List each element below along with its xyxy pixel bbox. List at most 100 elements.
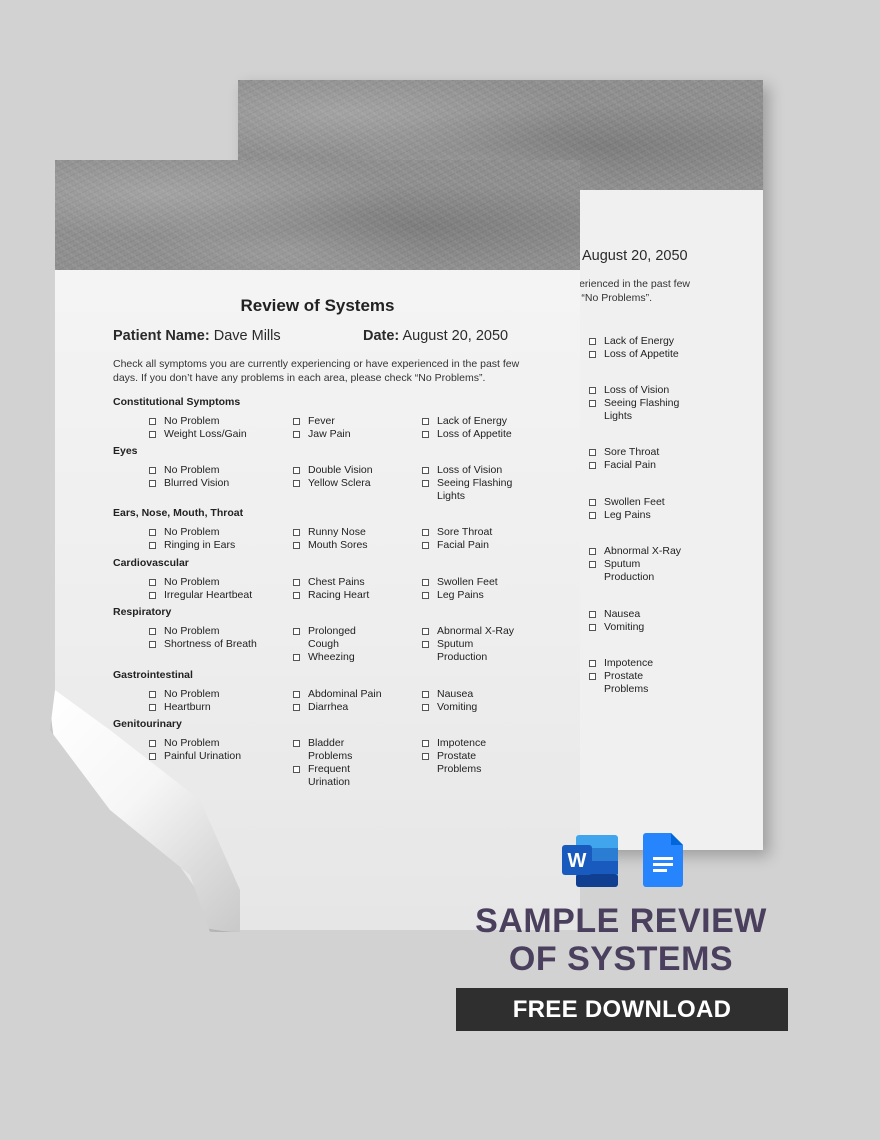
- checkbox-icon[interactable]: [422, 704, 429, 711]
- date-label: Date:: [363, 328, 400, 344]
- checkbox-icon: [589, 499, 596, 506]
- checkbox-icon[interactable]: [422, 740, 429, 747]
- checkbox-icon[interactable]: [422, 542, 429, 549]
- checkbox-icon[interactable]: [422, 691, 429, 698]
- symptom-checkbox-item[interactable]: Weight Loss/Gain: [149, 428, 247, 441]
- checkbox-icon[interactable]: [149, 418, 156, 425]
- instructions: Check all symptoms you are currently exp…: [113, 357, 533, 385]
- symptom-checkbox-item[interactable]: Loss of Vision: [422, 464, 502, 477]
- checkbox-icon[interactable]: [149, 480, 156, 487]
- checkbox-icon[interactable]: [422, 579, 429, 586]
- checkbox-icon[interactable]: [293, 542, 300, 549]
- symptom-label: Loss of Appetite: [437, 428, 512, 440]
- symptom-checkbox-item[interactable]: Loss of Appetite: [422, 428, 512, 441]
- checkbox-icon[interactable]: [422, 641, 429, 648]
- checkbox-icon[interactable]: [149, 740, 156, 747]
- checkbox-icon[interactable]: [293, 628, 300, 635]
- checkbox-icon[interactable]: [422, 529, 429, 536]
- symptom-checkbox-item[interactable]: Double Vision: [293, 464, 373, 477]
- symptom-checkbox-item[interactable]: No Problem: [149, 526, 219, 539]
- symptom-checkbox-item[interactable]: Ringing in Ears: [149, 539, 235, 552]
- checkbox-icon[interactable]: [149, 579, 156, 586]
- symptom-label: Abdominal Pain: [308, 688, 382, 700]
- symptom-checkbox-item[interactable]: Leg Pains: [422, 589, 484, 602]
- checkbox-icon[interactable]: [293, 691, 300, 698]
- checkbox-icon[interactable]: [149, 431, 156, 438]
- checkbox-icon[interactable]: [293, 579, 300, 586]
- symptom-checkbox-item[interactable]: No Problem: [149, 415, 219, 428]
- symptom-checkbox-item[interactable]: Mouth Sores: [293, 539, 368, 552]
- symptom-checkbox-item[interactable]: Irregular Heartbeat: [149, 589, 253, 602]
- checkbox-icon[interactable]: [422, 467, 429, 474]
- symptom-checkbox-item[interactable]: Bladder Problems: [293, 737, 378, 763]
- symptom-checkbox-item[interactable]: Facial Pain: [422, 539, 489, 552]
- checkbox-icon[interactable]: [422, 480, 429, 487]
- symptom-checkbox-item[interactable]: Heartburn: [149, 701, 211, 714]
- symptom-checkbox-item[interactable]: Vomiting: [422, 701, 477, 714]
- symptom-checkbox-item[interactable]: Sore Throat: [422, 526, 492, 539]
- symptom-checkbox-item[interactable]: No Problem: [149, 464, 219, 477]
- back-checklist-item: Sore Throat: [589, 446, 659, 459]
- checkbox-icon[interactable]: [422, 753, 429, 760]
- symptom-checkbox-item[interactable]: Sputum Production: [422, 638, 517, 664]
- symptom-checkbox-item[interactable]: Shortness of Breath: [149, 638, 257, 651]
- section-heading: Eyes: [113, 445, 138, 457]
- free-download-button[interactable]: FREE DOWNLOAD: [456, 988, 788, 1031]
- symptom-checkbox-item[interactable]: Prostate Problems: [422, 750, 517, 776]
- symptom-label: Weight Loss/Gain: [164, 428, 247, 440]
- symptom-checkbox-item[interactable]: Racing Heart: [293, 589, 369, 602]
- back-date-value: August 20, 2050: [582, 248, 688, 264]
- checkbox-icon[interactable]: [422, 628, 429, 635]
- checkbox-icon[interactable]: [293, 766, 300, 773]
- symptom-checkbox-item[interactable]: Nausea: [422, 688, 473, 701]
- checkbox-icon[interactable]: [149, 529, 156, 536]
- symptom-label: Irregular Heartbeat: [164, 589, 253, 601]
- symptom-checkbox-item[interactable]: Abnormal X-Ray: [422, 625, 515, 638]
- checkbox-icon[interactable]: [293, 467, 300, 474]
- checkbox-icon[interactable]: [293, 654, 300, 661]
- symptom-checkbox-item[interactable]: Painful Urination: [149, 750, 241, 763]
- symptom-checkbox-item[interactable]: Diarrhea: [293, 701, 348, 714]
- symptom-checkbox-item[interactable]: Blurred Vision: [149, 477, 229, 490]
- checkbox-icon[interactable]: [293, 740, 300, 747]
- symptom-checkbox-item[interactable]: Abdominal Pain: [293, 688, 382, 701]
- symptom-checkbox-item[interactable]: Lack of Energy: [422, 415, 507, 428]
- symptom-checkbox-item[interactable]: Prolonged Cough: [293, 625, 378, 651]
- checkbox-icon[interactable]: [149, 753, 156, 760]
- checkbox-icon[interactable]: [293, 704, 300, 711]
- checkbox-icon[interactable]: [149, 641, 156, 648]
- checkbox-icon[interactable]: [149, 628, 156, 635]
- symptom-label: Frequent Urination: [308, 763, 351, 788]
- symptom-checkbox-item[interactable]: No Problem: [149, 625, 219, 638]
- checkbox-icon[interactable]: [293, 431, 300, 438]
- checkbox-icon[interactable]: [293, 592, 300, 599]
- symptom-checkbox-item[interactable]: Frequent Urination: [293, 763, 378, 789]
- symptom-label: No Problem: [164, 576, 220, 588]
- symptom-label: No Problem: [164, 688, 220, 700]
- checkbox-icon[interactable]: [149, 467, 156, 474]
- checkbox-icon[interactable]: [149, 542, 156, 549]
- symptom-checkbox-item[interactable]: Wheezing: [293, 651, 355, 664]
- checkbox-icon[interactable]: [293, 480, 300, 487]
- section-heading: Respiratory: [113, 606, 172, 618]
- symptom-checkbox-item[interactable]: Yellow Sclera: [293, 477, 371, 490]
- checkbox-icon[interactable]: [422, 418, 429, 425]
- symptom-label: Abnormal X-Ray: [437, 625, 515, 637]
- symptom-checkbox-item[interactable]: Seeing Flashing Lights: [422, 477, 517, 503]
- symptom-checkbox-item[interactable]: No Problem: [149, 737, 219, 750]
- checkbox-icon[interactable]: [293, 418, 300, 425]
- checkbox-icon[interactable]: [149, 704, 156, 711]
- symptom-checkbox-item[interactable]: Runny Nose: [293, 526, 366, 539]
- checkbox-icon[interactable]: [149, 691, 156, 698]
- symptom-checkbox-item[interactable]: Impotence: [422, 737, 486, 750]
- symptom-checkbox-item[interactable]: No Problem: [149, 576, 220, 589]
- symptom-checkbox-item[interactable]: No Problem: [149, 688, 220, 701]
- symptom-checkbox-item[interactable]: Jaw Pain: [293, 428, 351, 441]
- checkbox-icon[interactable]: [293, 529, 300, 536]
- symptom-checkbox-item[interactable]: Fever: [293, 415, 335, 428]
- checkbox-icon[interactable]: [422, 592, 429, 599]
- symptom-checkbox-item[interactable]: Chest Pains: [293, 576, 365, 589]
- checkbox-icon[interactable]: [149, 592, 156, 599]
- checkbox-icon[interactable]: [422, 431, 429, 438]
- symptom-checkbox-item[interactable]: Swollen Feet: [422, 576, 498, 589]
